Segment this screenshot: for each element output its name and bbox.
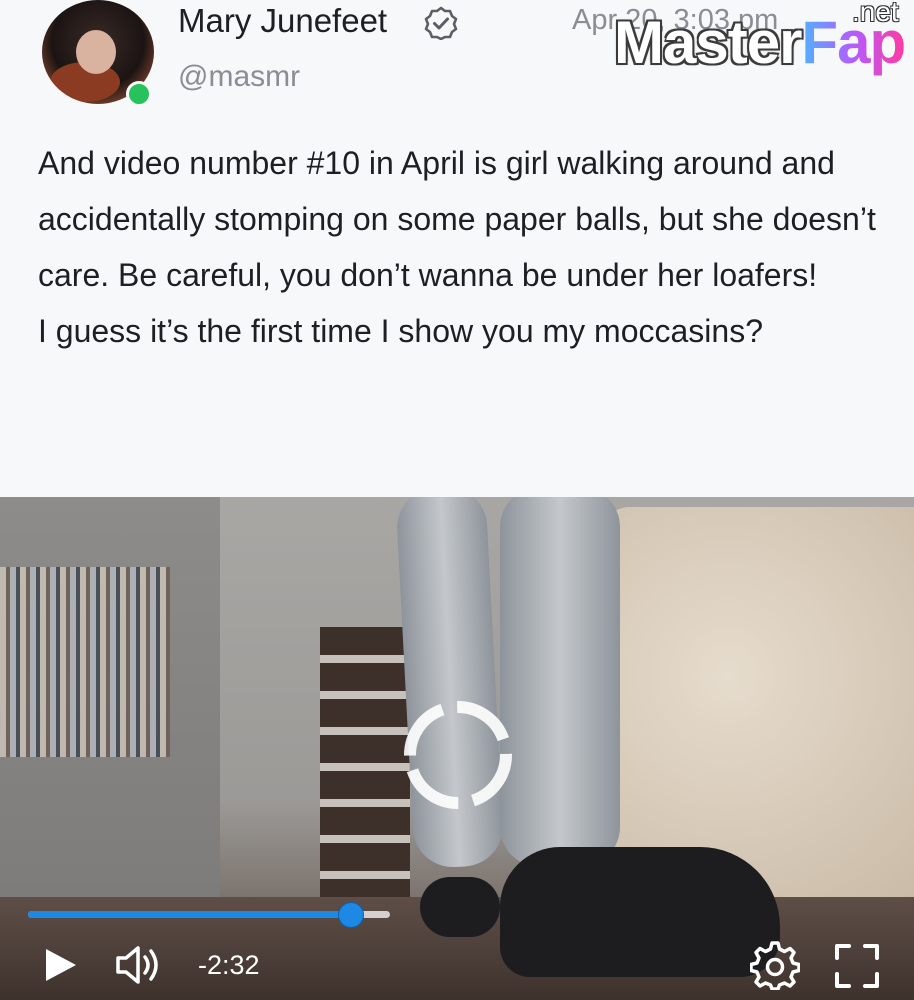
- post-text-paragraph: And video number #10 in April is girl wa…: [38, 145, 876, 293]
- fullscreen-icon[interactable]: [834, 943, 880, 989]
- author-handle[interactable]: @masmr: [178, 60, 300, 94]
- site-watermark: MasterFap .net: [612, 0, 914, 82]
- verified-badge-icon: [424, 6, 458, 40]
- video-frame-shoe: [500, 847, 780, 977]
- post-text-paragraph: I guess it’s the first time I show you m…: [38, 313, 763, 349]
- avatar-face: [76, 30, 116, 74]
- online-status-dot: [126, 81, 152, 107]
- video-frame-leg: [395, 497, 505, 870]
- watermark-text-left: Master: [614, 9, 802, 76]
- play-icon[interactable]: [40, 945, 80, 985]
- loading-spinner-icon: [404, 701, 512, 809]
- post-header: Mary Junefeet @masmr Apr 20, 3:03 pm Mas…: [0, 0, 914, 130]
- video-progress-handle[interactable]: [338, 902, 365, 928]
- video-progress-fill: [28, 911, 351, 918]
- video-player[interactable]: -2:32: [0, 497, 914, 1000]
- time-remaining: -2:32: [198, 950, 260, 980]
- gear-icon[interactable]: [750, 940, 800, 990]
- video-frame-leg: [500, 497, 620, 867]
- volume-icon[interactable]: [114, 943, 164, 987]
- author-display-name[interactable]: Mary Junefeet: [178, 2, 387, 40]
- post-body: And video number #10 in April is girl wa…: [38, 135, 888, 359]
- video-frame-bookshelf: [0, 567, 170, 757]
- video-progress-bar[interactable]: [28, 902, 390, 928]
- video-frame-shoe: [420, 877, 500, 937]
- watermark-tld: .net: [852, 0, 899, 27]
